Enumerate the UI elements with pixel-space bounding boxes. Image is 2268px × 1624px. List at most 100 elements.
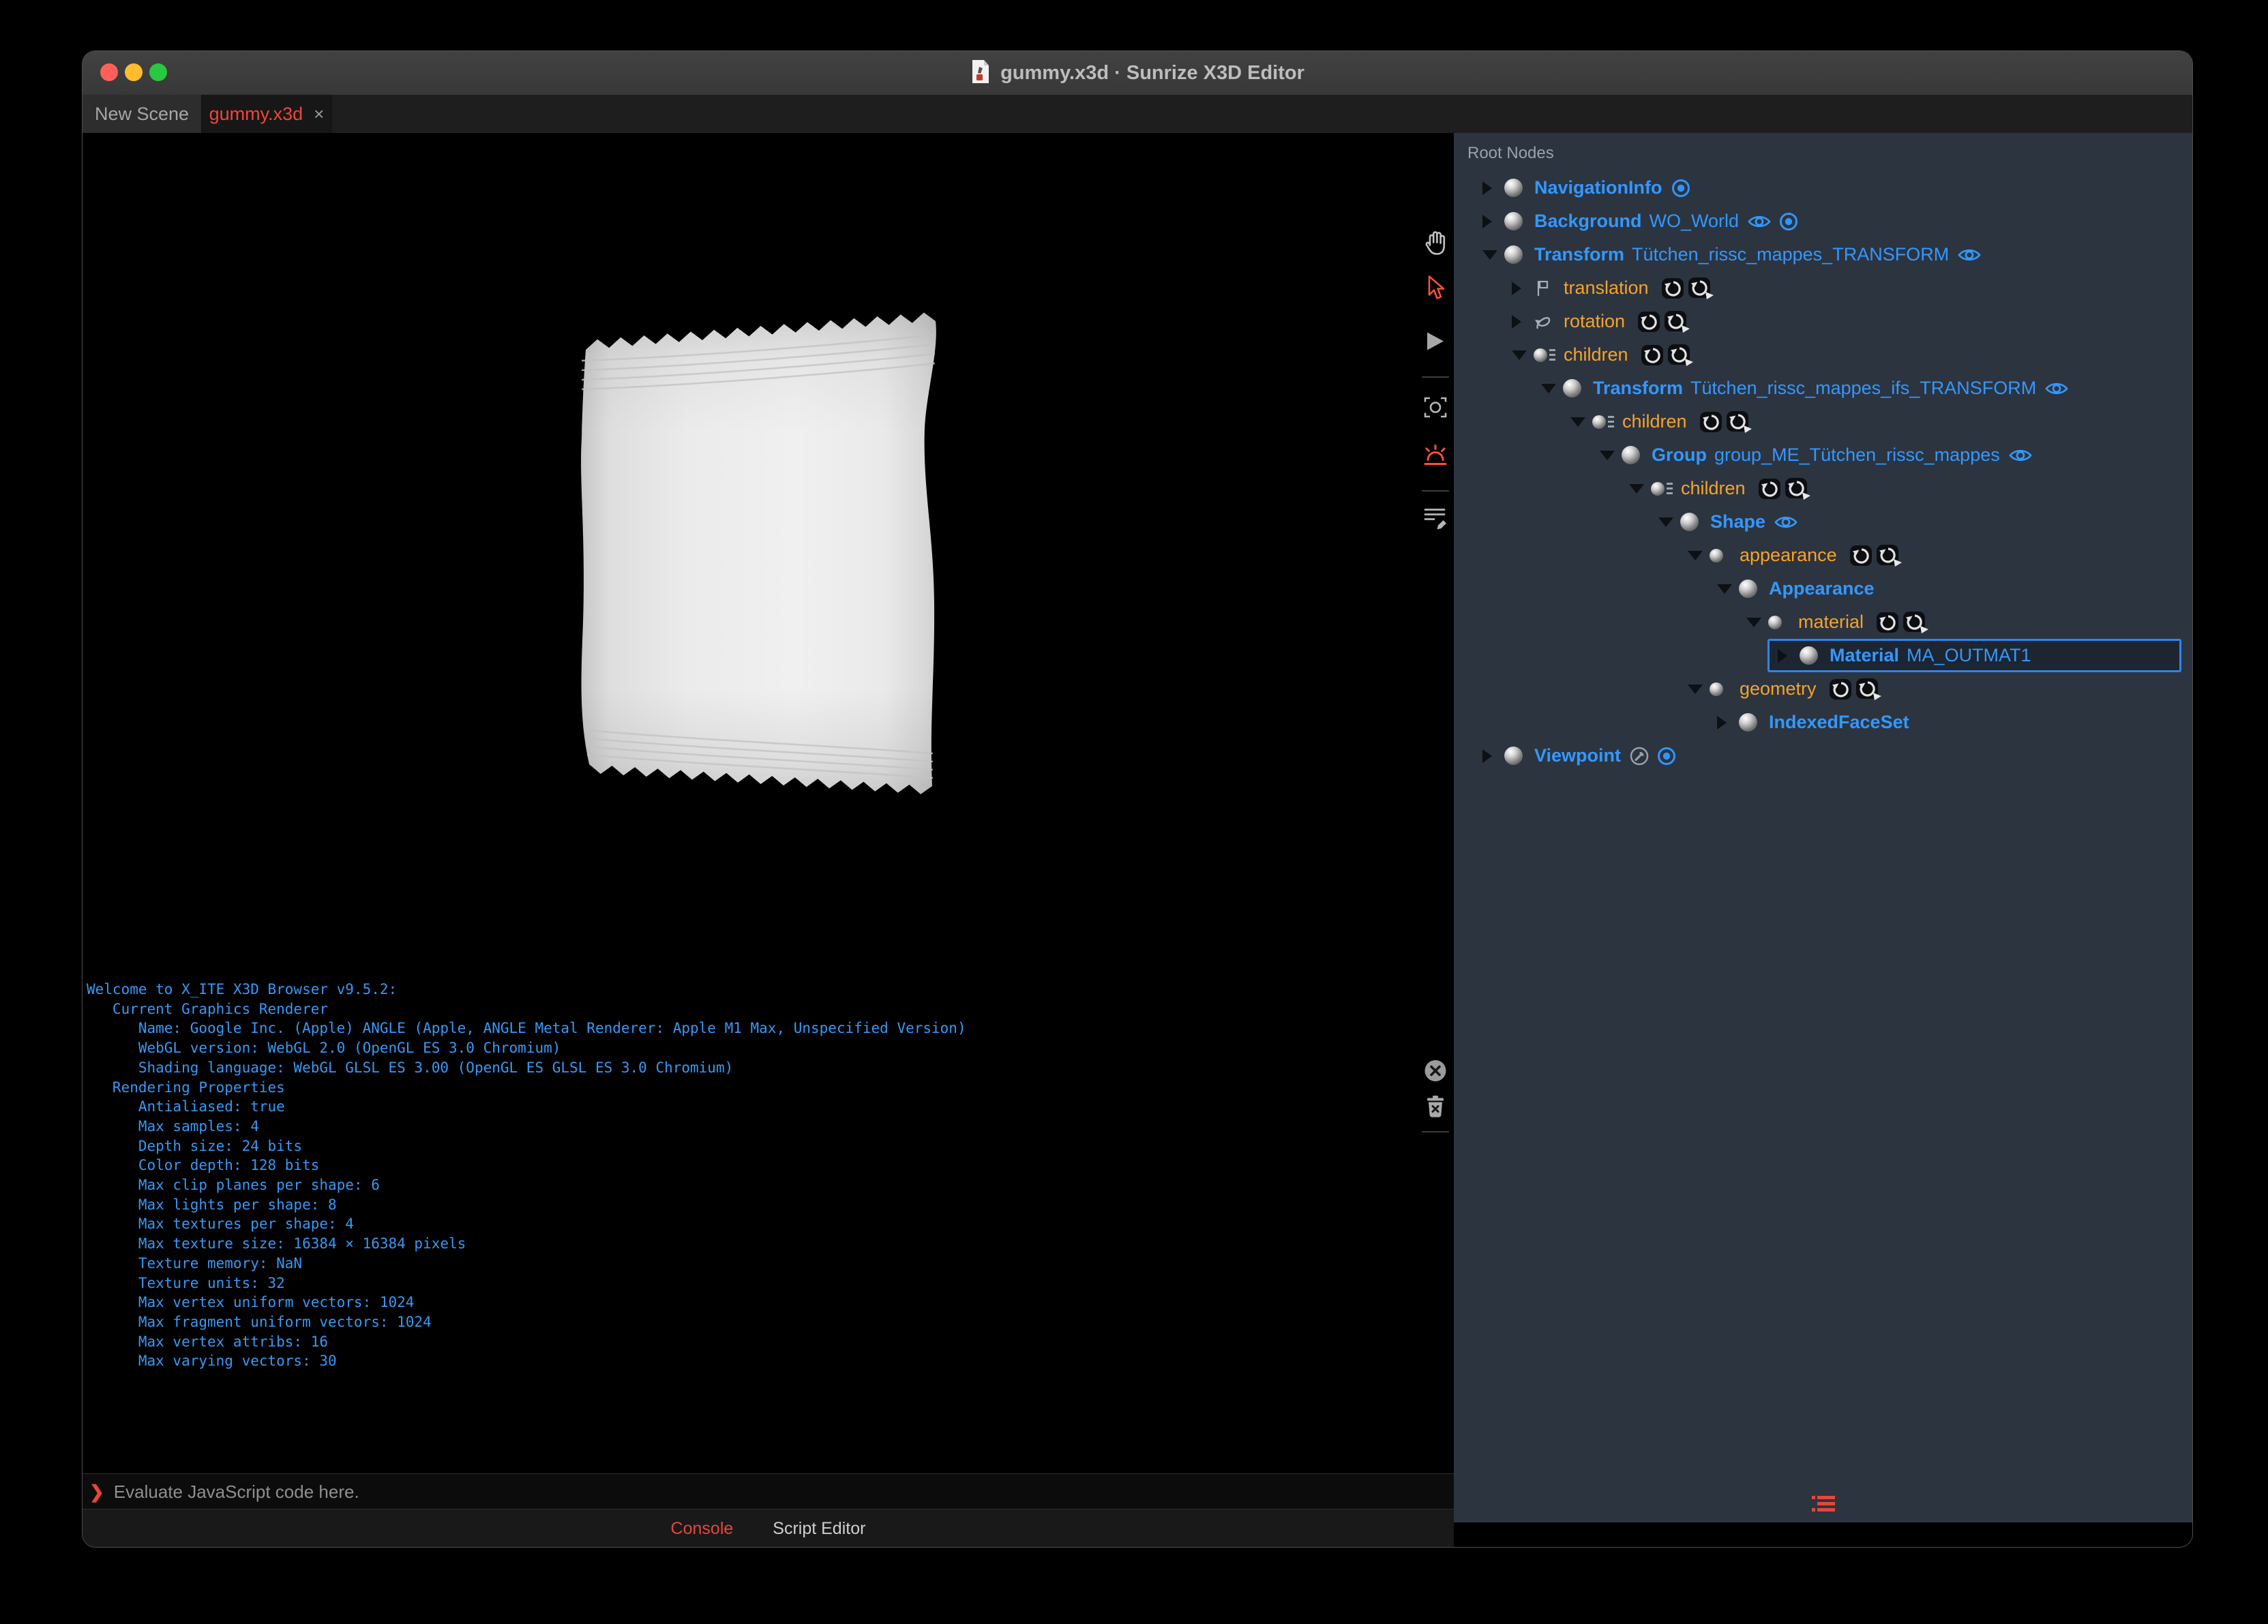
tree-row-navigationinfo[interactable]: NavigationInfo <box>1454 171 2192 205</box>
toolbar-divider <box>1422 376 1449 378</box>
console-line: Name: Google Inc. (Apple) ANGLE (Apple, … <box>87 1020 966 1037</box>
tree-row-viewpoint[interactable]: Viewpoint <box>1454 739 2192 772</box>
editor-left-column: Welcome to X_ITE X3D Browser v9.5.2: Cur… <box>83 133 1454 1547</box>
route-connector-icons[interactable] <box>1849 544 1903 567</box>
expander-down-icon[interactable] <box>1600 450 1622 460</box>
console-line: Antialiased: true <box>87 1098 285 1115</box>
expander-right-icon[interactable] <box>1778 648 1800 663</box>
tree-row-material[interactable]: material <box>1454 605 2192 639</box>
tree-row-indexedfaceset[interactable]: IndexedFaceSet <box>1454 706 2192 739</box>
node-sphere-icon <box>1504 747 1534 765</box>
expander-right-icon[interactable] <box>1717 715 1739 730</box>
tree-row-transform[interactable]: Transform Tütchen_rissc_mappes_TRANSFORM <box>1454 238 2192 271</box>
console-line: Max lights per shape: 8 <box>87 1196 337 1213</box>
console-prompt-row[interactable]: ❯ Evaluate JavaScript code here. <box>83 1473 1454 1509</box>
expander-down-icon[interactable] <box>1512 350 1534 360</box>
expander-down-icon[interactable] <box>1746 617 1768 627</box>
tab-new-scene[interactable]: New Scene <box>83 95 202 133</box>
tree-row-geometry[interactable]: geometry <box>1454 672 2192 706</box>
tree-row-children[interactable]: children <box>1454 472 2192 505</box>
children-field-icon <box>1534 348 1564 362</box>
eye-visibility-icon[interactable] <box>1747 213 1772 230</box>
script-edit-icon[interactable] <box>1422 505 1448 533</box>
eye-visibility-icon[interactable] <box>1774 513 1798 531</box>
target-dot-icon[interactable] <box>1656 746 1677 766</box>
light-icon[interactable] <box>1422 444 1448 472</box>
expander-right-icon[interactable] <box>1512 314 1534 329</box>
console-line: Max varying vectors: 30 <box>87 1353 337 1370</box>
tree-row-appearance[interactable]: Appearance <box>1454 572 2192 605</box>
route-connector-icons[interactable] <box>1758 477 1812 500</box>
pan-hand-icon[interactable] <box>1422 228 1448 260</box>
expander-down-icon[interactable] <box>1658 517 1680 527</box>
field-name-label: children <box>1564 344 1628 365</box>
x3d-viewport[interactable] <box>83 133 1454 977</box>
console-output: Welcome to X_ITE X3D Browser v9.5.2: Cur… <box>87 980 966 1371</box>
field-sphere-icon <box>1710 548 1740 562</box>
expander-down-icon[interactable] <box>1688 550 1710 560</box>
select-arrow-icon[interactable] <box>1423 275 1448 305</box>
expander-down-icon[interactable] <box>1717 584 1739 594</box>
tree-row-material[interactable]: Material MA_OUTMAT1 <box>1454 639 2192 672</box>
expander-down-icon[interactable] <box>1482 250 1504 260</box>
outline-footer <box>1454 1488 2192 1522</box>
field-name-label: geometry <box>1740 678 1817 699</box>
expander-right-icon[interactable] <box>1482 214 1504 228</box>
console-line: Texture memory: NaN <box>87 1254 303 1272</box>
tree-row-background[interactable]: Background WO_World <box>1454 205 2192 238</box>
tab-label: gummy.x3d <box>209 103 303 124</box>
clear-console-trash-icon[interactable] <box>1424 1095 1446 1123</box>
expander-down-icon[interactable] <box>1541 383 1563 393</box>
tree-row-transform[interactable]: Transform Tütchen_rissc_mappes_ifs_TRANSF… <box>1454 372 2192 405</box>
node-def-name: MA_OUTMAT1 <box>1907 645 2031 665</box>
tab-script-editor[interactable]: Script Editor <box>773 1519 865 1539</box>
expander-down-icon[interactable] <box>1570 417 1592 427</box>
expander-right-icon[interactable] <box>1512 281 1534 295</box>
tree-row-group[interactable]: Group group_ME_Tütchen_rissc_mappes <box>1454 438 2192 472</box>
tree-row-rotation[interactable]: rotation <box>1454 305 2192 338</box>
node-type-label: Material <box>1830 645 1900 665</box>
console-input-placeholder[interactable]: Evaluate JavaScript code here. <box>114 1482 359 1503</box>
tree-row-children[interactable]: children <box>1454 338 2192 372</box>
tab-gummy-x3d[interactable]: gummy.x3d × <box>202 95 332 133</box>
route-connector-icons[interactable] <box>1699 410 1753 434</box>
node-sphere-icon <box>1504 245 1534 264</box>
eye-visibility-icon[interactable] <box>2044 380 2069 397</box>
node-def-name: Tütchen_rissc_mappes_TRANSFORM <box>1632 244 1950 265</box>
field-sphere-icon <box>1768 615 1798 629</box>
console-line: Rendering Properties <box>87 1079 285 1096</box>
tab-console[interactable]: Console <box>671 1519 734 1539</box>
eye-visibility-icon[interactable] <box>1957 246 1982 264</box>
route-connector-icons[interactable] <box>1641 344 1695 367</box>
expander-down-icon[interactable] <box>1688 684 1710 694</box>
expander-down-icon[interactable] <box>1629 483 1651 494</box>
tool-wrench-icon[interactable] <box>1629 746 1650 766</box>
close-console-icon[interactable] <box>1423 1059 1448 1087</box>
tree-row-children[interactable]: children <box>1454 405 2192 438</box>
play-icon[interactable] <box>1424 330 1447 357</box>
tree-row-shape[interactable]: Shape <box>1454 505 2192 539</box>
expander-right-icon[interactable] <box>1482 181 1504 195</box>
frame-view-icon[interactable] <box>1422 395 1448 424</box>
close-tab-icon[interactable]: × <box>314 104 324 125</box>
node-type-label: NavigationInfo <box>1534 177 1662 198</box>
package-3d-object[interactable] <box>572 309 947 807</box>
tree-row-appearance[interactable]: appearance <box>1454 539 2192 572</box>
route-connector-icons[interactable] <box>1829 678 1883 701</box>
node-sphere-icon <box>1622 446 1652 464</box>
target-dot-icon[interactable] <box>1671 178 1691 198</box>
field-name-label: children <box>1622 411 1687 432</box>
console-line: Current Graphics Renderer <box>87 1000 329 1017</box>
route-connector-icons[interactable] <box>1637 310 1691 333</box>
node-sphere-icon <box>1563 379 1593 397</box>
node-list-icon[interactable] <box>1811 1494 1835 1517</box>
tree-row-translation[interactable]: translation <box>1454 271 2192 305</box>
node-type-label: Viewpoint <box>1534 745 1622 766</box>
route-connector-icons[interactable] <box>1661 277 1715 300</box>
route-connector-icons[interactable] <box>1876 611 1930 634</box>
expander-right-icon[interactable] <box>1482 749 1504 763</box>
toolbar-divider <box>1422 1131 1449 1132</box>
target-dot-icon[interactable] <box>1778 211 1799 232</box>
eye-visibility-icon[interactable] <box>2008 447 2033 464</box>
node-sphere-icon <box>1739 713 1769 732</box>
